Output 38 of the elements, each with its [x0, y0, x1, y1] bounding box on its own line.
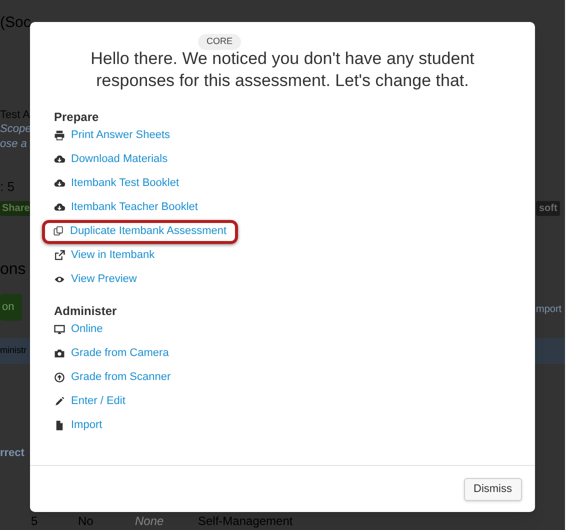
copy-icon: [53, 226, 64, 237]
menu-link[interactable]: Import: [54, 417, 102, 434]
cloud-download-icon: [54, 178, 65, 189]
cloud-download-icon: [54, 202, 65, 213]
modal-heading: Hello there. We noticed you don't have any student responses for this assessment. Let's change that.: [90, 48, 476, 92]
table-header-text: ministr: [0, 344, 26, 357]
file-icon: [54, 420, 65, 431]
share-badge: Share: [0, 201, 32, 216]
table-cell: None: [135, 514, 164, 528]
menu-link[interactable]: Print Answer Sheets: [54, 127, 170, 144]
eye-icon: [54, 274, 65, 285]
upload-icon: [54, 372, 65, 383]
pencil-icon: [54, 396, 65, 407]
menu-link[interactable]: Online: [54, 321, 103, 338]
menu-link[interactable]: View Preview: [54, 271, 137, 288]
menu-link[interactable]: Download Materials: [54, 151, 168, 168]
printer-icon: [54, 130, 65, 141]
menu-link[interactable]: Duplicate Itembank Assessment: [42, 220, 238, 244]
menu-link[interactable]: Grade from Scanner: [54, 369, 171, 386]
page-link[interactable]: ose a: [0, 136, 27, 152]
menu-link[interactable]: Itembank Test Booklet: [54, 175, 180, 192]
menu-link[interactable]: Itembank Teacher Booklet: [54, 199, 198, 216]
column-header: rrect: [0, 446, 24, 461]
dismiss-button[interactable]: Dismiss: [464, 478, 522, 500]
page-button[interactable]: on: [0, 294, 22, 320]
cloud-download-icon: [54, 154, 65, 165]
page-link[interactable]: mport: [536, 302, 562, 317]
tag-badge: soft: [536, 201, 560, 216]
menu-link[interactable]: View in Itembank: [54, 247, 155, 264]
menu-link[interactable]: Grade from Camera: [54, 345, 169, 362]
monitor-icon: [54, 324, 65, 335]
camera-icon: [54, 348, 65, 359]
core-badge: CORE: [198, 34, 240, 50]
external-link-icon: [54, 250, 65, 261]
menu-link[interactable]: Enter / Edit: [54, 393, 126, 410]
section-title: Prepare: [54, 108, 100, 124]
section-title: Administer: [54, 302, 118, 318]
page-link[interactable]: Scope: [0, 121, 32, 138]
